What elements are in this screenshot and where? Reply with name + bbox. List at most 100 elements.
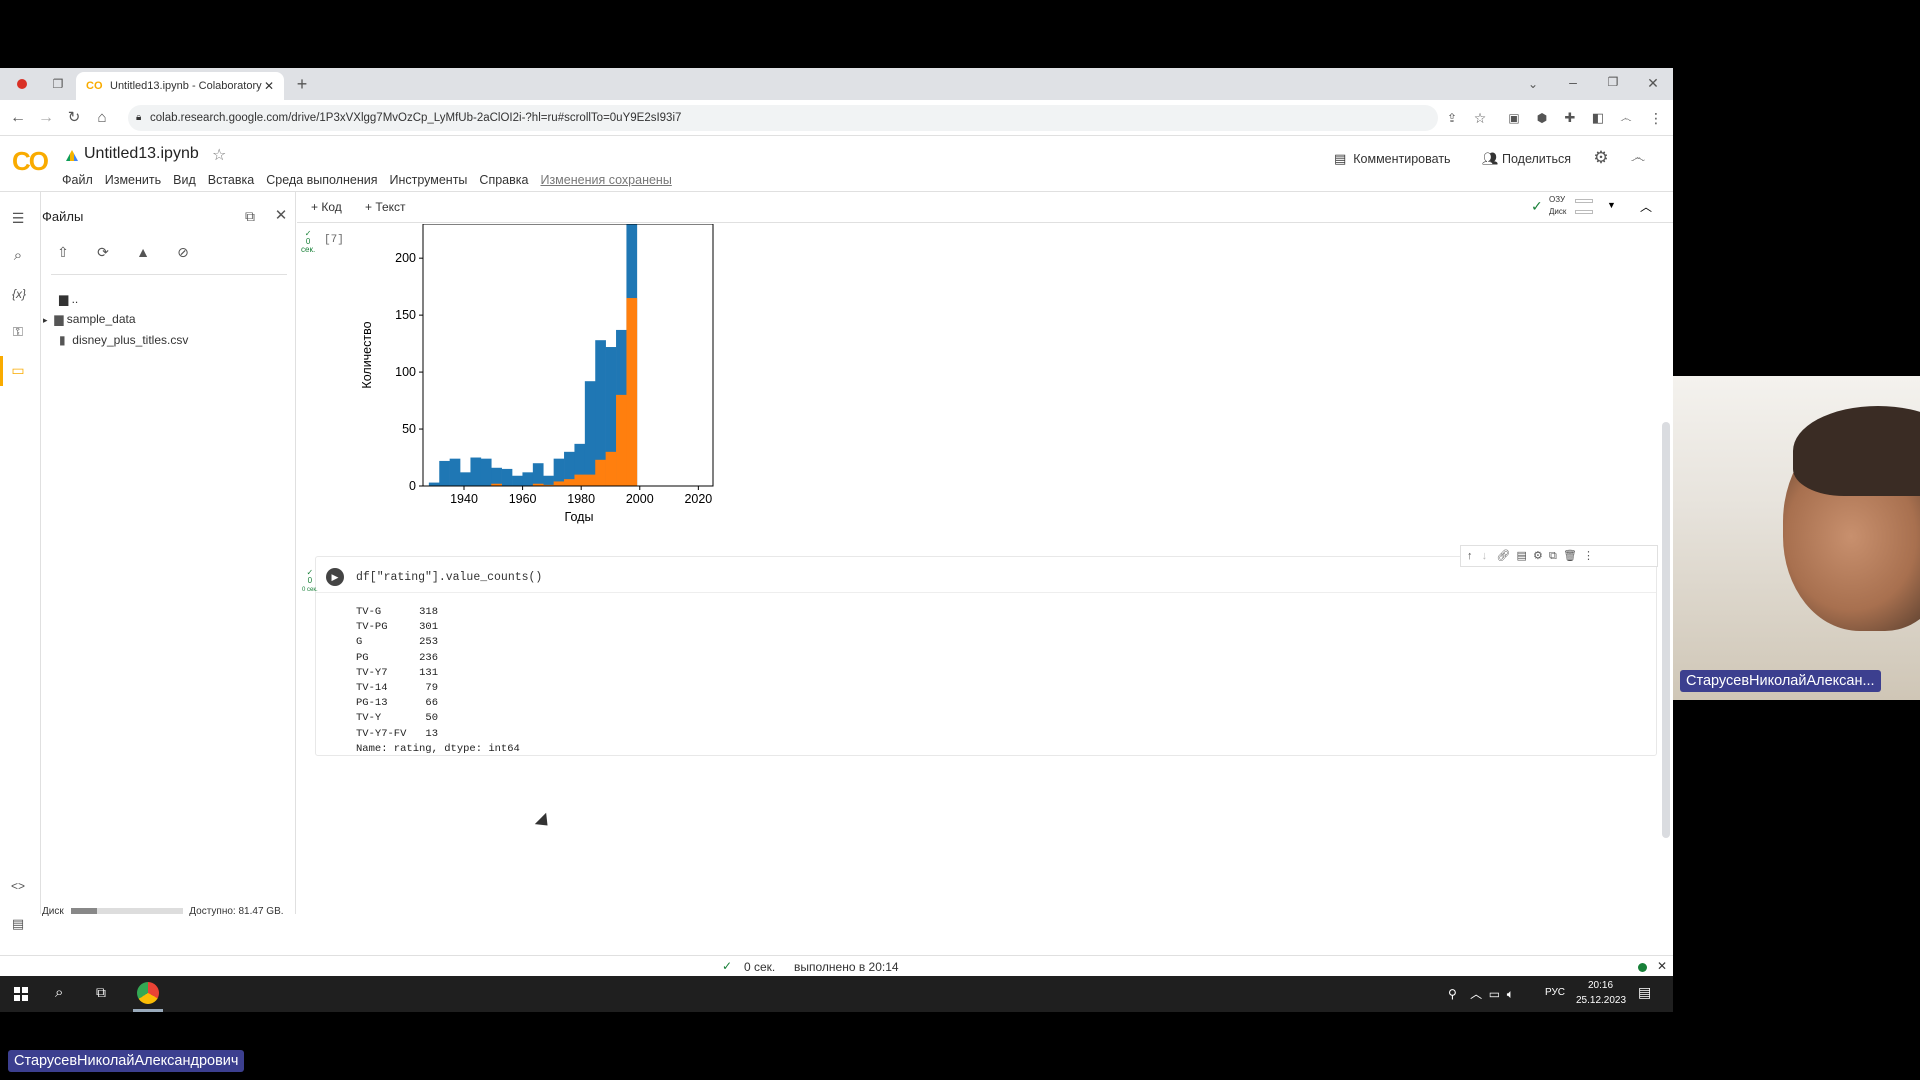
upload-icon[interactable]: ⇧ xyxy=(53,242,73,262)
extension-2-icon[interactable]: ⬢ xyxy=(1532,108,1552,128)
disk-bar xyxy=(70,908,183,915)
hide-files-icon[interactable]: ⊘ xyxy=(173,242,193,262)
menu-tools[interactable]: Инструменты xyxy=(389,173,467,187)
tab-colab[interactable]: CO Untitled13.ipynb - Colaboratory ✕ xyxy=(76,72,284,100)
mount-drive-icon[interactable]: ▲ xyxy=(133,242,153,262)
account-icon[interactable]: ෴ xyxy=(1628,148,1648,168)
url-bar[interactable]: 🔒︎ colab.research.google.com/drive/1P3xV… xyxy=(128,105,1438,131)
search-icon[interactable]: ⌕ xyxy=(8,246,28,266)
parent-folder[interactable]: ▆ .. xyxy=(59,292,78,306)
notebook-title[interactable]: Untitled13.ipynb xyxy=(84,145,199,163)
runtime-dropdown-icon[interactable]: ▼ xyxy=(1607,200,1616,210)
close-tab-icon[interactable]: ✕ xyxy=(264,72,274,100)
file-item-csv[interactable]: ▮ disney_plus_titles.csv xyxy=(59,333,188,347)
cell-exec-count: [7] xyxy=(324,234,344,246)
code-snippets-icon[interactable]: <> xyxy=(8,876,28,896)
puzzle-icon[interactable]: ✚ xyxy=(1560,108,1580,128)
folder-icon[interactable]: ▭ xyxy=(8,360,28,380)
toc-icon[interactable]: ☰ xyxy=(8,208,28,228)
output-rows: TV-G 318 TV-PG 301 G 253 PG 236 TV-Y7 131 TV-14 79 P… xyxy=(356,605,520,742)
minimize-icon[interactable]: – xyxy=(1563,72,1583,92)
rating-count: 131 xyxy=(419,666,438,679)
person-hair xyxy=(1793,406,1920,496)
reload-icon[interactable]: ↻ xyxy=(64,108,84,128)
menu-insert[interactable]: Вставка xyxy=(208,173,254,187)
tray-language[interactable]: РУС xyxy=(1545,987,1565,998)
back-icon[interactable]: ← xyxy=(8,108,28,128)
restore-icon[interactable]: ❐ xyxy=(1603,72,1623,92)
file-item-sample-data[interactable]: ▸ ▆ sample_data xyxy=(43,312,136,326)
new-tab-icon[interactable]: + xyxy=(292,74,312,94)
menu-dots-icon[interactable]: ⋮ xyxy=(1646,108,1666,128)
close-panel-icon[interactable]: ✕ xyxy=(271,206,291,226)
histogram-bar xyxy=(584,381,596,486)
open-in-tab-icon[interactable]: ⧉ xyxy=(240,206,260,226)
rating-count: 301 xyxy=(419,621,438,634)
chrome-taskbar-icon[interactable] xyxy=(137,982,159,1004)
add-text-button[interactable]: + Текст xyxy=(365,200,406,214)
notifications-icon[interactable]: ▤ xyxy=(1638,984,1651,1001)
menu-view[interactable]: Вид xyxy=(173,173,196,187)
disk-resource-label: Диск xyxy=(1549,207,1567,216)
home-icon[interactable]: ⌂ xyxy=(92,108,112,128)
taskbar-search-icon[interactable]: ⌕ xyxy=(55,984,63,1001)
code-text[interactable]: df["rating"].value_counts() xyxy=(356,571,542,584)
chrome-active-indicator xyxy=(133,1009,163,1012)
share-button[interactable]: 👥︎ Поделиться xyxy=(1482,151,1571,167)
disk-bar-fill xyxy=(70,908,98,915)
tray-date[interactable]: 25.12.2023 xyxy=(1576,995,1626,1006)
file-name: disney_plus_titles.csv xyxy=(72,333,189,347)
code-cell[interactable]: ↑ ↓ 🔗︎ ▤ ⚙ ⧉ 🗑︎ ⋮ ✓ 0 0 сек. ▶ df["rating"… xyxy=(302,545,1658,756)
menu-runtime[interactable]: Среда выполнения xyxy=(266,173,377,187)
variables-icon[interactable]: {x} xyxy=(6,284,32,304)
tab-search-icon[interactable]: ⌄ xyxy=(1523,74,1543,94)
menu-help[interactable]: Справка xyxy=(479,173,528,187)
menu-file[interactable]: Файл xyxy=(62,173,93,187)
profile-icon[interactable]: ෴ xyxy=(1616,108,1636,128)
task-view-icon[interactable]: ⧉ xyxy=(96,984,106,1001)
extension-icon[interactable]: ▣ xyxy=(1504,108,1524,128)
secrets-key-icon[interactable]: ⚿ xyxy=(8,322,28,342)
close-window-icon[interactable]: ✕ xyxy=(1643,73,1663,93)
forward-icon[interactable]: → xyxy=(36,108,56,128)
histogram-bar xyxy=(626,298,638,486)
histogram-bar xyxy=(595,459,606,486)
y-tick-label: 100 xyxy=(395,365,416,379)
terminal-icon[interactable]: ▤ xyxy=(8,914,28,934)
histogram-bar xyxy=(532,463,544,486)
status-exec-time: 0 сек. xyxy=(744,960,776,974)
url-text: colab.research.google.com/drive/1P3xVXlg… xyxy=(150,112,682,124)
histogram-bar xyxy=(428,482,440,486)
bookmark-star-icon[interactable]: ☆ xyxy=(1470,108,1490,128)
expand-arrow-icon[interactable]: ▸ xyxy=(43,315,48,325)
histogram-bar xyxy=(553,481,565,486)
comment-button[interactable]: ▤ Комментировать xyxy=(1334,151,1451,167)
tray-time[interactable]: 20:16 xyxy=(1588,980,1613,991)
disk-label: Диск xyxy=(42,906,64,917)
rating-label: TV-G xyxy=(356,606,382,618)
address-toolbar: ← → ↻ ⌂ 🔒︎ colab.research.google.com/dri… xyxy=(0,100,1673,136)
tab-switch-icon[interactable]: ❐ xyxy=(48,74,68,94)
rating-count: 66 xyxy=(425,697,438,710)
output-row: G 253 xyxy=(356,635,520,650)
status-close-icon[interactable]: ✕ xyxy=(1657,959,1667,973)
code-editor[interactable]: df["rating"].value_counts() xyxy=(316,557,1656,593)
scrollbar[interactable] xyxy=(1662,422,1670,838)
share-page-icon[interactable]: ⇪ xyxy=(1442,108,1462,128)
menu-edit[interactable]: Изменить xyxy=(105,173,161,187)
refresh-folder-icon[interactable]: ⟳ xyxy=(93,242,113,262)
ram-label: ОЗУ xyxy=(1549,195,1566,204)
add-code-button[interactable]: + Код xyxy=(311,200,342,214)
windows-start-icon[interactable] xyxy=(14,987,28,1001)
collapse-toolbar-icon[interactable]: ︿ xyxy=(1640,198,1652,215)
resources-widget[interactable]: ОЗУ Диск xyxy=(1549,194,1566,218)
settings-gear-icon[interactable]: ⚙ xyxy=(1591,148,1611,168)
files-active-indicator xyxy=(0,356,3,386)
sidepanel-icon[interactable]: ◧ xyxy=(1588,108,1608,128)
record-icon[interactable] xyxy=(17,79,27,89)
saved-status[interactable]: Изменения сохранены xyxy=(540,173,671,187)
tray-icons[interactable]: ⚲ ︿ ▭ 🔈︎ xyxy=(1448,985,1514,1002)
colab-logo[interactable]: CO xyxy=(12,146,49,177)
star-icon[interactable]: ☆ xyxy=(212,145,226,165)
rating-label: PG xyxy=(356,651,369,664)
